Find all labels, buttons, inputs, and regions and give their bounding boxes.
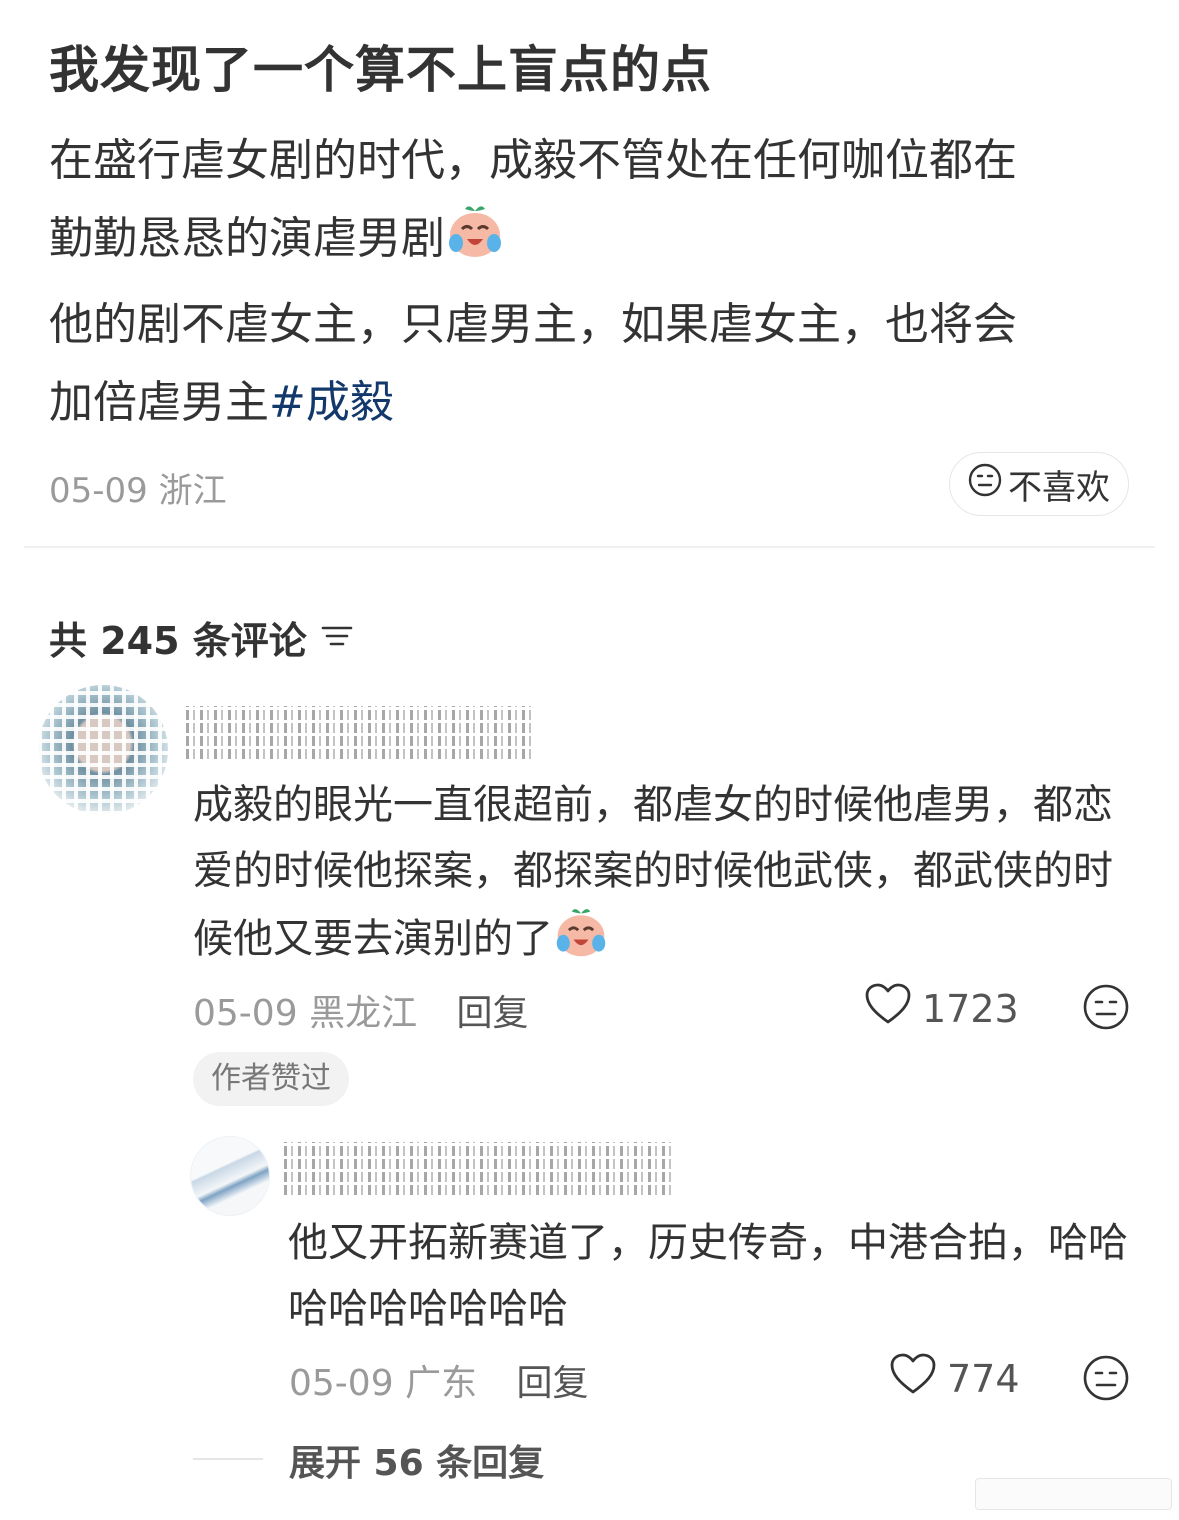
post-body-text: 勤勤恳恳的演虐男剧	[49, 213, 445, 264]
username-blurred[interactable]	[284, 1142, 674, 1198]
post-location: 浙江	[158, 471, 227, 511]
neutral-face-icon[interactable]	[1083, 1355, 1129, 1405]
avatar[interactable]	[38, 685, 168, 815]
post-meta: 05-09 浙江	[49, 463, 227, 512]
watermark	[975, 1478, 1172, 1510]
expand-divider	[193, 1458, 263, 1460]
comment-date: 05-09	[289, 1363, 394, 1404]
comment-location: 黑龙江	[309, 993, 418, 1034]
author-liked-badge: 作者赞过	[193, 1052, 349, 1106]
neutral-face-icon	[968, 463, 1002, 506]
crying-laughing-emoji-icon	[445, 201, 505, 286]
comment-meta: 05-09 黑龙江 回复	[193, 984, 529, 1036]
post-body: 在盛行虐女剧的时代，成毅不管处在任何咖位都在 勤勤恳恳的演虐男剧 他的剧不虐女主…	[49, 122, 1139, 442]
crying-laughing-emoji-icon	[553, 904, 609, 980]
post-date: 05-09	[49, 471, 148, 511]
dislike-label: 不喜欢	[1008, 467, 1110, 508]
heart-icon	[864, 982, 912, 1035]
heart-icon	[889, 1352, 937, 1405]
post-body-line: 在盛行虐女剧的时代，成毅不管处在任何咖位都在	[49, 135, 1017, 186]
comment-text-content: 成毅的眼光一直很超前，都虐女的时候他虐男，都恋爱的时候他探案，都探案的时候他武侠…	[193, 782, 1113, 962]
neutral-face-icon[interactable]	[1083, 984, 1129, 1034]
like-button[interactable]: 774	[889, 1352, 1020, 1405]
comment-text: 他又开拓新赛道了，历史传奇，中港合拍，哈哈哈哈哈哈哈哈哈	[288, 1220, 1128, 1332]
comments-count: 共 245 条评论	[49, 619, 307, 663]
like-button[interactable]: 1723	[864, 982, 1019, 1035]
post-body-line: 勤勤恳恳的演虐男剧	[49, 200, 1139, 286]
comment-location: 广东	[405, 1363, 478, 1404]
post-body-line: 他的剧不虐女主，只虐男主，如果虐女主，也将会	[49, 299, 1017, 350]
sort-icon[interactable]	[319, 616, 355, 660]
divider	[24, 546, 1155, 548]
like-count: 1723	[922, 986, 1019, 1031]
comment-text: 成毅的眼光一直很超前，都虐女的时候他虐男，都恋爱的时候他探案，都探案的时候他武侠…	[193, 772, 1123, 980]
reply-button[interactable]: 回复	[457, 993, 529, 1034]
expand-replies-button[interactable]: 展开 56 条回复	[289, 1434, 544, 1486]
reply-button[interactable]: 回复	[517, 1363, 589, 1404]
like-count: 774	[947, 1356, 1020, 1401]
username-blurred[interactable]	[186, 706, 536, 762]
hashtag-link[interactable]: #成毅	[269, 377, 394, 428]
post-body-line: 加倍虐男主#成毅	[49, 364, 1139, 442]
comment-meta: 05-09 广东 回复	[289, 1354, 589, 1406]
post-title: 我发现了一个算不上盲点的点	[49, 41, 712, 99]
post-body-text: 加倍虐男主	[49, 377, 269, 428]
dislike-button[interactable]: 不喜欢	[949, 452, 1129, 516]
avatar[interactable]	[190, 1136, 270, 1216]
comments-header: 共 245 条评论	[49, 610, 355, 665]
comment-date: 05-09	[193, 993, 298, 1034]
